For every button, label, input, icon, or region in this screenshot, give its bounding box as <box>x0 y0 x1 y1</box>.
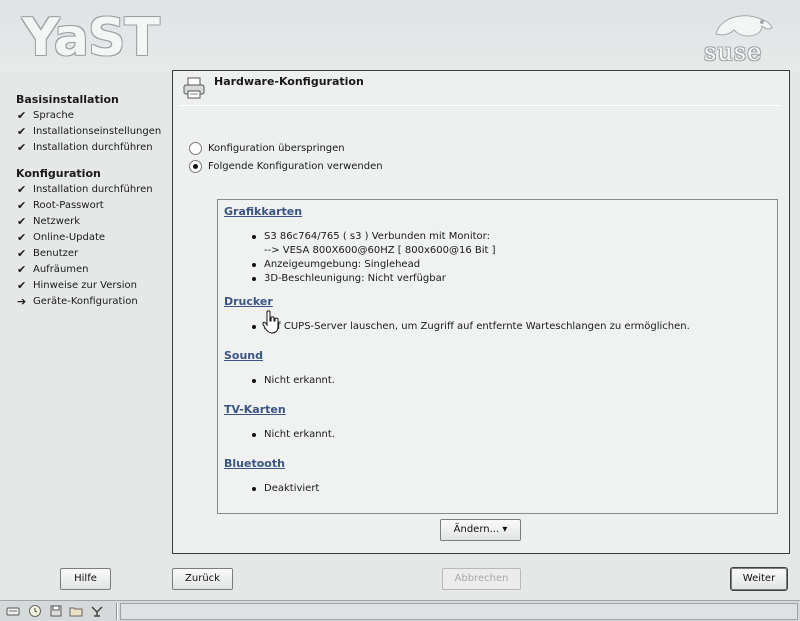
bullet-list: S3 86c764/765 ( s3 ) Verbunden mit Monit… <box>252 230 771 286</box>
header-banner: YaST suse <box>0 0 800 72</box>
taskbar <box>0 600 800 621</box>
section-link-sound[interactable]: Sound <box>224 348 771 364</box>
checkmark-icon: ✔ <box>17 247 27 260</box>
checkmark-icon: ✔ <box>17 231 27 244</box>
checkmark-icon: ✔ <box>17 141 27 154</box>
change-menu-button[interactable]: Ändern... ▾ <box>440 519 521 541</box>
checkmark-icon: ✔ <box>17 183 27 196</box>
clock-icon[interactable] <box>28 604 42 618</box>
list-item: S3 86c764/765 ( s3 ) Verbunden mit Monit… <box>252 230 771 244</box>
suse-brand-text: suse <box>704 38 763 66</box>
list-item: Deaktiviert <box>252 482 771 496</box>
bullet-list: Nicht erkannt. <box>252 374 771 388</box>
sidebar-item-hinweise-zur-version: ✔ Hinweise zur Version <box>16 278 176 294</box>
suse-logo: suse <box>700 10 780 66</box>
list-item: 3D-Beschleunigung: Nicht verfügbar <box>252 272 771 286</box>
checkmark-icon: ✔ <box>17 263 27 276</box>
sidebar-item-label: Online-Update <box>33 232 106 243</box>
radio-button-unchecked[interactable] <box>189 141 202 155</box>
sidebar-item-label: Root-Passwort <box>33 200 104 211</box>
sidebar-item-label: Benutzer <box>33 248 79 259</box>
sidebar-item-installation-durchfuehren: ✔ Installation durchführen <box>16 182 176 198</box>
section-link-grafikkarten[interactable]: Grafikkarten <box>224 204 771 220</box>
sidebar-group-konfiguration: Konfiguration ✔ Installation durchführen… <box>16 166 176 310</box>
taskbar-divider <box>116 603 118 620</box>
sidebar-item-root-passwort: ✔ Root-Passwort <box>16 198 176 214</box>
title-separator <box>180 105 780 106</box>
sidebar-item-benutzer: ✔ Benutzer <box>16 246 176 262</box>
sidebar-item-sprache: ✔ Sprache <box>16 108 176 124</box>
sidebar-heading: Konfiguration <box>16 167 101 180</box>
floppy-icon[interactable] <box>49 604 63 618</box>
abort-button[interactable]: Abbrechen <box>442 568 521 590</box>
sidebar-item-label: Hinweise zur Version <box>33 280 137 291</box>
bullet-list: Auf CUPS-Server lauschen, um Zugriff auf… <box>252 320 771 334</box>
section-link-bluetooth[interactable]: Bluetooth <box>224 456 771 472</box>
sidebar-item-installationseinstellungen: ✔ Installationseinstellungen <box>16 124 176 140</box>
chameleon-icon <box>715 15 773 37</box>
page-title: Hardware-Konfiguration <box>214 75 364 88</box>
checkmark-icon: ✔ <box>17 279 27 292</box>
current-step-arrow-icon: ➔ <box>17 295 27 308</box>
help-button[interactable]: Hilfe <box>60 568 111 590</box>
radio-skip-configuration[interactable]: Konfiguration überspringen <box>189 140 345 156</box>
keyboard-icon[interactable] <box>6 604 20 618</box>
list-item: Nicht erkannt. <box>252 374 771 388</box>
sidebar-item-installation-durchfuehren: ✔ Installation durchführen <box>16 140 176 156</box>
list-item: Anzeigeumgebung: Singlehead <box>252 258 771 272</box>
installation-steps-sidebar: Basisinstallation ✔ Sprache ✔ Installati… <box>16 92 176 310</box>
checkmark-icon: ✔ <box>17 215 27 228</box>
next-button[interactable]: Weiter <box>731 568 787 590</box>
radio-button-checked[interactable] <box>189 159 202 173</box>
sidebar-item-aufraeumen: ✔ Aufräumen <box>16 262 176 278</box>
hand-pointer-icon <box>262 310 279 334</box>
list-item: Nicht erkannt. <box>252 428 771 442</box>
sidebar-item-label: Installationseinstellungen <box>33 126 162 137</box>
back-button[interactable]: Zurück <box>172 568 233 590</box>
printer-icon <box>183 77 205 99</box>
sidebar-item-online-update: ✔ Online-Update <box>16 230 176 246</box>
checkmark-icon: ✔ <box>17 125 27 138</box>
checkmark-icon: ✔ <box>17 199 27 212</box>
taskbar-task-area <box>120 603 798 620</box>
sidebar-group-basisinstallation: Basisinstallation ✔ Sprache ✔ Installati… <box>16 92 176 156</box>
sidebar-item-label: Netzwerk <box>33 216 81 227</box>
bullet-list: Nicht erkannt. <box>252 428 771 442</box>
checkmark-icon: ✔ <box>17 109 27 122</box>
section-link-tv-karten[interactable]: TV-Karten <box>224 402 771 418</box>
sidebar-item-geraete-konfiguration: ➔ Geräte-Konfiguration <box>16 294 176 310</box>
yast-logo: YaST <box>22 8 160 68</box>
radio-label: Konfiguration überspringen <box>208 142 345 154</box>
sidebar-item-netzwerk: ✔ Netzwerk <box>16 214 176 230</box>
sidebar-item-label: Aufräumen <box>33 264 89 275</box>
radio-label: Folgende Konfiguration verwenden <box>208 160 383 172</box>
network-icon[interactable] <box>90 604 104 618</box>
sidebar-item-label: Geräte-Konfiguration <box>33 296 138 307</box>
list-item: Auf CUPS-Server lauschen, um Zugriff auf… <box>252 320 771 334</box>
section-link-drucker[interactable]: Drucker <box>224 294 771 310</box>
bullet-list: Deaktiviert <box>252 482 771 496</box>
folder-icon[interactable] <box>69 604 83 618</box>
sidebar-item-label: Installation durchführen <box>33 184 153 195</box>
sidebar-item-label: Installation durchführen <box>33 142 153 153</box>
radio-use-configuration[interactable]: Folgende Konfiguration verwenden <box>189 158 383 174</box>
configuration-summary: Grafikkarten S3 86c764/765 ( s3 ) Verbun… <box>217 199 778 514</box>
sidebar-heading: Basisinstallation <box>16 93 119 106</box>
list-item: --> VESA 800X600@60HZ [ 800x600@16 Bit ] <box>264 245 496 256</box>
sidebar-item-label: Sprache <box>33 110 74 121</box>
